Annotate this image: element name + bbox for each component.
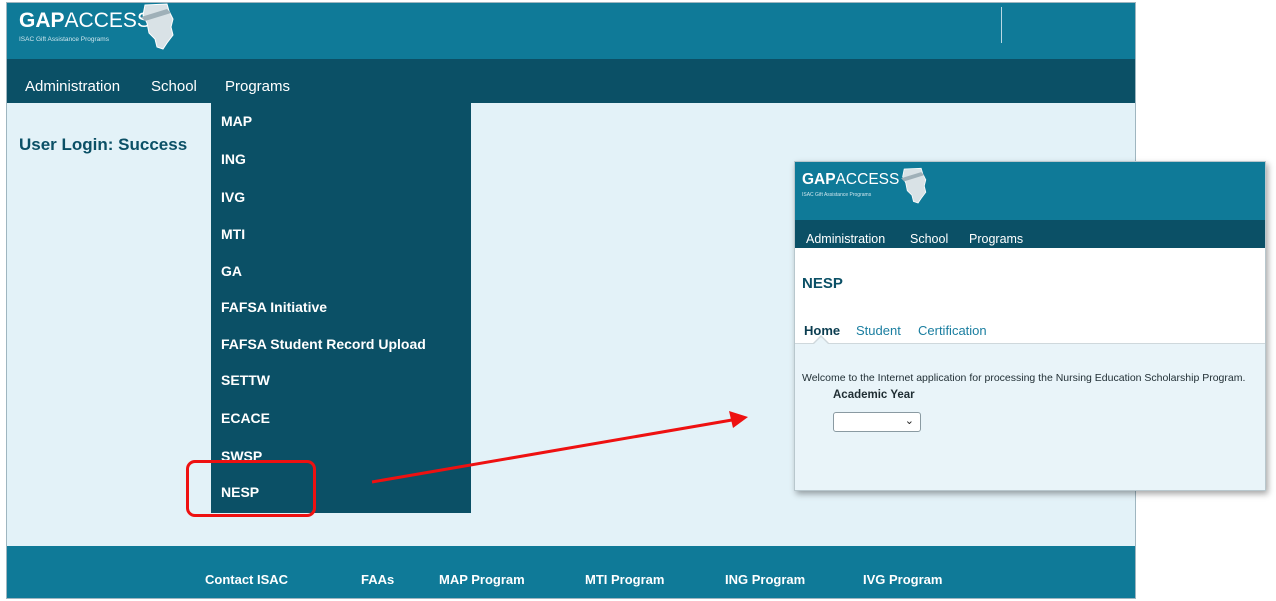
inset-logo-brand-bold: GAP: [802, 171, 836, 188]
nav-administration[interactable]: Administration: [25, 59, 120, 103]
gap-access-logo[interactable]: GAPACCESS ISAC Gift Assistance Programs: [19, 3, 179, 53]
nesp-highlight-box: [186, 460, 316, 517]
welcome-text: Welcome to the Internet application for …: [802, 372, 1246, 384]
nesp-inset-screenshot: GAPACCESS ISAC Gift Assistance Programs …: [794, 161, 1266, 491]
footer-bar: Contact ISAC FAAs MAP Program MTI Progra…: [7, 546, 1135, 598]
inset-nav-bar: Administration School Programs: [795, 220, 1265, 248]
chevron-down-icon: ⌄: [904, 415, 914, 427]
header-bar: GAPACCESS ISAC Gift Assistance Programs: [7, 3, 1135, 59]
menu-item-settw[interactable]: SETTW: [221, 372, 270, 388]
menu-item-ga[interactable]: GA: [221, 263, 242, 279]
inset-header-bar: GAPACCESS ISAC Gift Assistance Programs: [795, 162, 1265, 220]
header-divider: [1001, 7, 1002, 43]
active-tab-indicator-fill: [814, 337, 828, 344]
tab-certification[interactable]: Certification: [918, 323, 987, 338]
inset-gap-access-logo[interactable]: GAPACCESS ISAC Gift Assistance Programs: [802, 167, 932, 211]
inset-logo-brand-thin: ACCESS: [835, 171, 900, 188]
inset-nav-school[interactable]: School: [910, 220, 948, 258]
footer-link-ivg-program[interactable]: IVG Program: [863, 572, 942, 587]
login-status: User Login: Success: [19, 135, 188, 154]
inset-logo-subtitle: ISAC Gift Assistance Programs: [802, 192, 872, 198]
footer-link-faas[interactable]: FAAs: [361, 572, 394, 587]
footer-link-ing-program[interactable]: ING Program: [725, 572, 805, 587]
footer-link-map-program[interactable]: MAP Program: [439, 572, 525, 587]
menu-item-fafsa-student-record-upload[interactable]: FAFSA Student Record Upload: [221, 336, 426, 352]
logo-subtitle: ISAC Gift Assistance Programs: [19, 36, 109, 43]
nav-school[interactable]: School: [151, 59, 197, 103]
page-title: NESP: [802, 275, 843, 292]
programs-dropdown-menu: MAP ING IVG MTI GA FAFSA Initiative FAFS…: [211, 96, 471, 513]
menu-item-ecace[interactable]: ECACE: [221, 410, 270, 426]
main-nav-bar: Administration School Programs: [7, 59, 1135, 103]
menu-item-map[interactable]: MAP: [221, 113, 252, 129]
logo-brand-bold: GAP: [19, 9, 65, 32]
footer-link-mti-program[interactable]: MTI Program: [585, 572, 664, 587]
tab-student[interactable]: Student: [856, 323, 901, 338]
menu-item-mti[interactable]: MTI: [221, 226, 245, 242]
inset-nav-programs[interactable]: Programs: [969, 220, 1023, 258]
menu-item-ing[interactable]: ING: [221, 151, 246, 167]
menu-item-fafsa-initiative[interactable]: FAFSA Initiative: [221, 299, 327, 315]
menu-item-ivg[interactable]: IVG: [221, 189, 245, 205]
illinois-state-icon: [141, 3, 174, 50]
academic-year-select[interactable]: ⌄: [833, 412, 921, 432]
inset-nav-administration[interactable]: Administration: [806, 220, 885, 258]
inset-illinois-state-icon: [901, 167, 927, 204]
academic-year-label: Academic Year: [833, 389, 915, 401]
footer-link-contact-isac[interactable]: Contact ISAC: [205, 572, 288, 587]
